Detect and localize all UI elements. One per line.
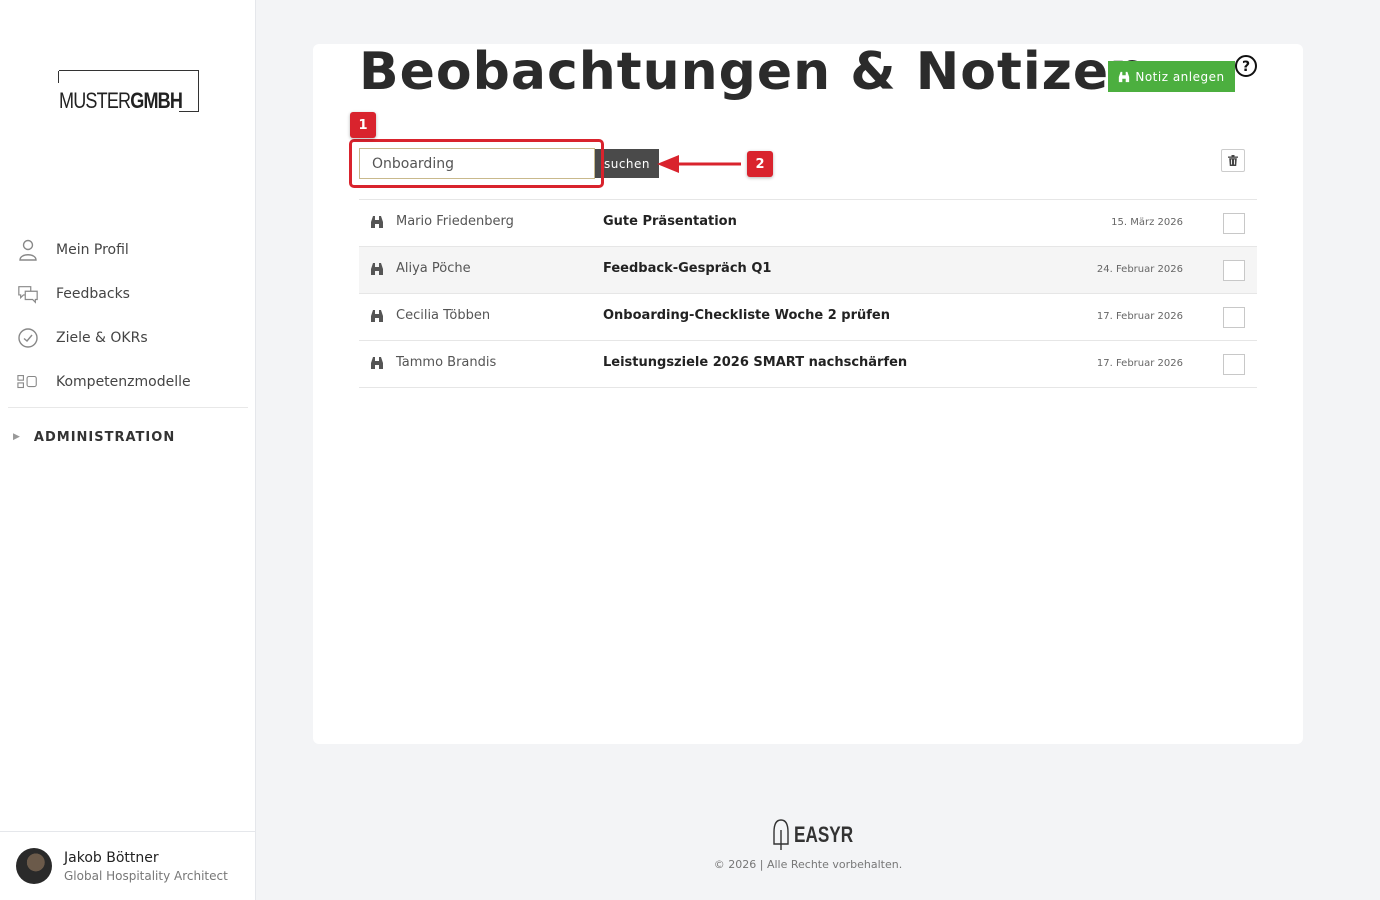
sidebar-item-label: Ziele & OKRs bbox=[56, 330, 148, 346]
sidebar-item-label: Kompetenzmodelle bbox=[56, 374, 191, 390]
expand-triangle-icon: ▶ bbox=[13, 432, 20, 442]
easyr-logo-icon bbox=[773, 819, 789, 850]
search-button[interactable]: suchen bbox=[595, 149, 659, 178]
note-person: Tammo Brandis bbox=[396, 355, 497, 370]
table-row[interactable]: Mario Friedenberg Gute Präsentation 15. … bbox=[359, 200, 1257, 247]
annotation-badge-2: 2 bbox=[747, 151, 773, 177]
footer-brand: EASYR bbox=[794, 822, 854, 847]
add-note-label: Notiz anlegen bbox=[1135, 69, 1225, 84]
logo-text-light: MUSTER bbox=[59, 88, 131, 113]
note-title[interactable]: Leistungsziele 2026 SMART nachschärfen bbox=[603, 355, 907, 370]
notes-list: Mario Friedenberg Gute Präsentation 15. … bbox=[359, 199, 1257, 388]
sidebar-item-label: Feedbacks bbox=[56, 286, 130, 302]
person-icon bbox=[17, 239, 39, 261]
sidebar-item-ziele-okrs[interactable]: Ziele & OKRs bbox=[0, 316, 256, 360]
binoculars-icon bbox=[371, 310, 383, 322]
delete-selected-button[interactable] bbox=[1221, 149, 1245, 172]
note-person: Cecilia Többen bbox=[396, 308, 491, 323]
table-row[interactable]: Cecilia Többen Onboarding-Checkliste Woc… bbox=[359, 294, 1257, 341]
note-date: 17. Februar 2026 bbox=[1096, 358, 1183, 369]
sidebar-item-kompetenzmodelle[interactable]: Kompetenzmodelle bbox=[0, 360, 256, 404]
sidebar-nav: Mein Profil Feedbacks Ziele & OKRs Kompe… bbox=[0, 228, 256, 466]
check-circle-icon bbox=[17, 327, 39, 349]
note-person: Aliya Pöche bbox=[396, 261, 471, 276]
note-date: 15. März 2026 bbox=[1111, 217, 1183, 228]
svg-text:?: ? bbox=[1242, 59, 1250, 75]
footer-logo: EASYR bbox=[772, 818, 870, 852]
sidebar-item-label: Mein Profil bbox=[56, 242, 129, 258]
annotation-highlight-box bbox=[349, 139, 604, 188]
binoculars-icon bbox=[371, 357, 383, 369]
logo-text-bold: GMBH bbox=[130, 88, 183, 113]
annotation-badge-1: 1 bbox=[350, 112, 376, 138]
note-title[interactable]: Feedback-Gespräch Q1 bbox=[603, 261, 771, 276]
page-title: Beobachtungen & Notizen bbox=[359, 42, 1148, 102]
note-title[interactable]: Gute Präsentation bbox=[603, 214, 737, 229]
sidebar-section-label: ADMINISTRATION bbox=[33, 429, 176, 445]
annotation-arrow bbox=[657, 155, 741, 173]
note-title[interactable]: Onboarding-Checkliste Woche 2 prüfen bbox=[603, 308, 890, 323]
note-person: Mario Friedenberg bbox=[396, 214, 514, 229]
row-checkbox[interactable] bbox=[1223, 213, 1245, 234]
sidebar: MUSTERGMBH Mein Profil Feedbacks Ziele &… bbox=[0, 0, 256, 900]
help-icon[interactable]: ? bbox=[1234, 54, 1258, 78]
row-checkbox[interactable] bbox=[1223, 307, 1245, 328]
user-role: Global Hospitality Architect bbox=[64, 869, 228, 883]
sidebar-item-mein-profil[interactable]: Mein Profil bbox=[0, 228, 256, 272]
row-checkbox[interactable] bbox=[1223, 354, 1245, 375]
add-note-button[interactable]: Notiz anlegen bbox=[1108, 61, 1235, 92]
sidebar-item-feedbacks[interactable]: Feedbacks bbox=[0, 272, 256, 316]
company-logo[interactable]: MUSTERGMBH bbox=[58, 70, 199, 113]
table-row[interactable]: Aliya Pöche Feedback-Gespräch Q1 24. Feb… bbox=[359, 247, 1257, 294]
logo-text: MUSTERGMBH bbox=[59, 88, 183, 113]
chat-bubbles-icon bbox=[17, 283, 39, 305]
table-row[interactable]: Tammo Brandis Leistungsziele 2026 SMART … bbox=[359, 341, 1257, 388]
note-date: 24. Februar 2026 bbox=[1096, 264, 1183, 275]
note-date: 17. Februar 2026 bbox=[1096, 311, 1183, 322]
trash-icon bbox=[1228, 155, 1238, 166]
binoculars-icon bbox=[1119, 71, 1130, 82]
binoculars-icon bbox=[371, 216, 383, 228]
row-checkbox[interactable] bbox=[1223, 260, 1245, 281]
binoculars-icon bbox=[371, 263, 383, 275]
sidebar-item-administration[interactable]: ▶ ADMINISTRATION bbox=[0, 408, 256, 466]
competency-icon bbox=[17, 371, 39, 393]
copyright-text: © 2026 | Alle Rechte vorbehalten. bbox=[713, 858, 903, 871]
